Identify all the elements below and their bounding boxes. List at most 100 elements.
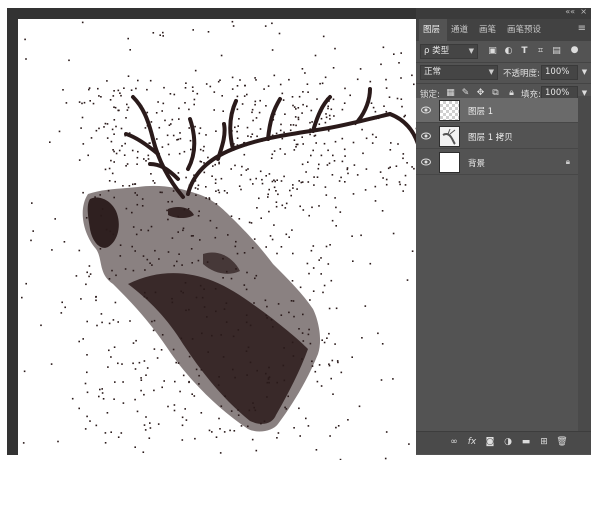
stipple-dot (256, 135, 258, 138)
stipple-dot (226, 192, 228, 194)
stipple-dot (166, 134, 169, 137)
stipple-dot (291, 96, 294, 98)
layers-scrollbar[interactable] (578, 96, 591, 431)
stipple-dot (321, 82, 324, 85)
stipple-dot (329, 118, 331, 120)
filter-kind-label: ρ 类型 (424, 46, 450, 56)
stipple-dot (292, 300, 295, 302)
stipple-dot (145, 416, 147, 418)
image-filter-icon[interactable]: ▣ (487, 46, 498, 57)
stipple-dot (292, 355, 295, 357)
stipple-dot (182, 229, 184, 232)
stipple-dot (299, 435, 301, 437)
adjustment-icon[interactable]: ◑ (502, 436, 514, 448)
stipple-dot (190, 235, 193, 237)
stipple-dot (220, 177, 223, 180)
tab-brush-presets[interactable]: 画笔预设 (503, 19, 547, 41)
stipple-dot (310, 109, 313, 112)
stipple-dot (137, 79, 139, 82)
stipple-dot (281, 204, 284, 207)
stipple-dot (354, 123, 357, 126)
eye-icon[interactable] (421, 106, 431, 114)
stipple-dot (298, 407, 300, 410)
new-layer-icon[interactable]: ⊞ (538, 436, 550, 448)
blend-mode-select[interactable]: 正常 ▼ (420, 65, 498, 80)
opacity-input[interactable]: 100% (541, 65, 578, 80)
stipple-dot (232, 25, 235, 27)
fx-icon[interactable]: fx (466, 436, 478, 448)
stipple-dot (292, 124, 295, 126)
stipple-dot (302, 340, 305, 342)
layer-row-layer-1-copy[interactable]: 图层 1 拷贝 (416, 124, 578, 149)
mask-icon[interactable]: ◙ (484, 436, 496, 448)
trash-icon[interactable]: 🗑︎ (556, 436, 568, 448)
panel-menu-icon[interactable]: ≡ (578, 23, 586, 34)
stipple-dot (389, 166, 391, 169)
opacity-chevron-icon[interactable]: ▼ (579, 67, 590, 78)
stipple-dot (161, 110, 163, 112)
stipple-dot (411, 166, 413, 168)
stipple-dot (275, 132, 278, 135)
layer-row-background[interactable]: 背景 🔒︎ (416, 150, 578, 175)
stipple-dot (243, 142, 245, 144)
stipple-dot (180, 290, 182, 293)
stipple-dot (147, 158, 150, 160)
layers-bottom-toolbar: ∞ fx ◙ ◑ ▬ ⊞ 🗑︎ (416, 431, 591, 454)
layer-name[interactable]: 背景 (468, 157, 485, 169)
filter-kind-select[interactable]: ρ 类型 ▼ (420, 44, 478, 59)
eye-icon[interactable] (421, 132, 431, 140)
adjustment-filter-icon[interactable]: ◐ (503, 46, 514, 57)
type-filter-icon[interactable]: T (519, 46, 530, 57)
stipple-dot (320, 154, 323, 157)
stipple-dot (86, 391, 89, 394)
canvas[interactable] (18, 19, 423, 460)
stipple-dot (290, 124, 292, 126)
stipple-dot (268, 210, 270, 213)
filter-toggle-icon[interactable]: ● (569, 45, 580, 56)
stipple-dot (135, 233, 138, 236)
stipple-dot (126, 103, 128, 106)
stipple-dot (111, 269, 113, 272)
stipple-dot (390, 142, 392, 144)
stipple-dot (88, 87, 91, 89)
stipple-dot (97, 87, 99, 90)
tab-brush[interactable]: 画笔 (475, 19, 503, 41)
stipple-dot (285, 233, 288, 236)
stipple-dot (247, 346, 250, 349)
stipple-dot (57, 440, 59, 443)
stipple-dot (86, 320, 88, 323)
tab-layers[interactable]: 图层 (419, 19, 447, 41)
stipple-dot (113, 346, 116, 348)
collapse-icon[interactable]: «« (565, 7, 575, 16)
stipple-dot (315, 142, 317, 144)
stipple-dot (203, 162, 205, 164)
layer-name[interactable]: 图层 1 拷贝 (468, 131, 513, 143)
stipple-dot (307, 333, 310, 336)
close-icon[interactable]: × (580, 7, 587, 16)
layer-row-layer-1[interactable]: 图层 1 (416, 98, 578, 123)
stipple-dot (231, 76, 234, 79)
stipple-dot (144, 269, 146, 271)
smart-object-filter-icon[interactable]: ▤ (551, 46, 562, 57)
stipple-dot (261, 182, 264, 185)
stipple-dot (377, 332, 379, 335)
stipple-dot (170, 123, 172, 125)
layer-name[interactable]: 图层 1 (468, 105, 493, 117)
shape-filter-icon[interactable]: ⌗ (535, 46, 546, 57)
stipple-dot (118, 149, 121, 152)
stipple-dot (305, 171, 307, 173)
stipple-dot (193, 103, 195, 106)
stipple-dot (191, 86, 194, 88)
stipple-dot (190, 248, 193, 250)
tab-channels[interactable]: 通道 (447, 19, 475, 41)
folder-icon[interactable]: ▬ (520, 436, 532, 448)
eye-icon[interactable] (421, 158, 431, 166)
stipple-dot (236, 137, 239, 139)
link-icon[interactable]: ∞ (448, 436, 460, 448)
stipple-dot (320, 385, 323, 387)
stipple-dot (194, 69, 197, 72)
stipple-dot (85, 283, 87, 286)
stipple-dot (269, 235, 272, 237)
stipple-dot (176, 260, 178, 263)
stipple-dot (321, 339, 323, 341)
